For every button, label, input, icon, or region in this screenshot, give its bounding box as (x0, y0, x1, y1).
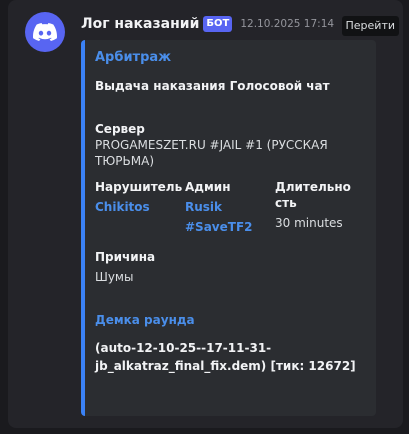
username[interactable]: Лог наказаний (81, 16, 199, 32)
bot-badge: БОТ (203, 16, 233, 32)
offender-mention[interactable]: Chikitos (95, 197, 185, 217)
embed-card: Арбитраж Выдача наказания Голосовой чат … (81, 40, 376, 416)
message-header: Лог наказаний БОТ 12.10.2025 17:14 (81, 12, 334, 36)
avatar[interactable] (25, 12, 65, 52)
jump-button[interactable]: Перейти (341, 16, 399, 36)
field-offender: Нарушитель Chikitos (95, 179, 185, 237)
field-duration-name: Длительность (275, 180, 351, 210)
discord-logo-icon (33, 23, 57, 41)
bot-message: Лог наказаний БОТ 12.10.2025 17:14 Перей… (8, 0, 403, 428)
field-server: Сервер PROGAMESZET.RU #JAIL #1 (РУССКАЯ … (95, 121, 364, 169)
field-server-value: PROGAMESZET.RU #JAIL #1 (РУССКАЯ ТЮРЬМА) (95, 138, 328, 168)
field-reason-value: Шумы (95, 270, 134, 284)
admin-mention-tag[interactable]: #SaveTF2 (185, 217, 275, 237)
timestamp: 12.10.2025 17:14 (240, 18, 335, 30)
field-offender-name: Нарушитель (95, 180, 183, 194)
admin-mention[interactable]: Rusik (185, 197, 275, 217)
field-duration: Длительность 30 minutes (275, 179, 355, 237)
demo-link[interactable]: Демка раунда (95, 313, 364, 327)
embed-author: Арбитраж (95, 50, 172, 65)
field-server-name: Сервер (95, 122, 145, 136)
field-reason: Причина Шумы (95, 249, 364, 285)
field-duration-value: 30 minutes (275, 216, 343, 230)
field-row-participants: Нарушитель Chikitos Админ Rusik #SaveTF2… (95, 179, 364, 237)
field-admin-name: Админ (185, 180, 231, 194)
embed-title: Выдача наказания Голосовой чат (95, 79, 330, 93)
field-reason-name: Причина (95, 250, 156, 264)
field-admin: Админ Rusik #SaveTF2 (185, 179, 275, 237)
demo-description: (auto-12-10-25--17-11-31-jb_alkatraz_fin… (95, 341, 356, 373)
